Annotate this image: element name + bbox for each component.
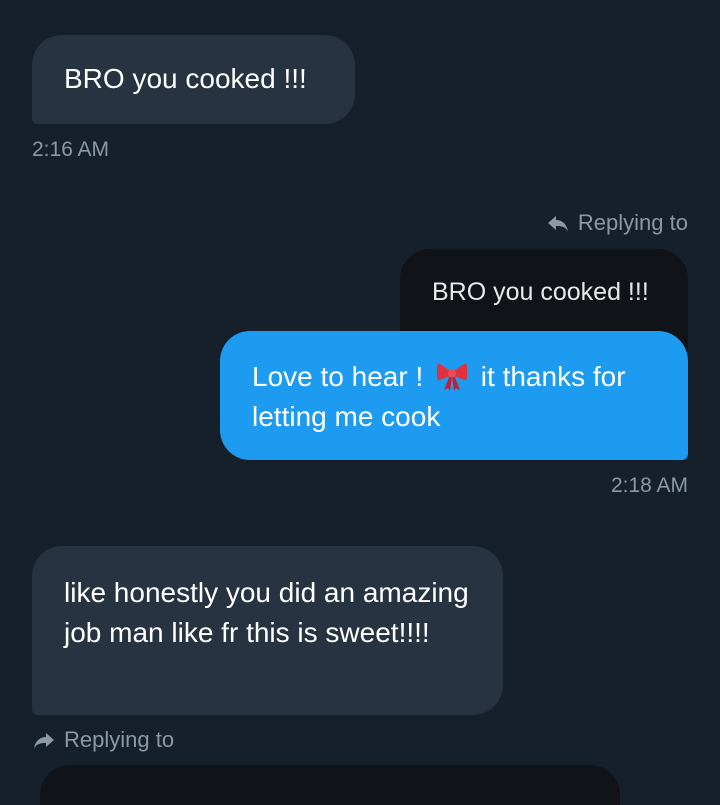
message-bubble-received[interactable]: BRO you cooked !!!	[32, 35, 355, 124]
reply-forward-arrow-icon	[34, 733, 54, 749]
reply-arrow-icon	[547, 216, 568, 232]
message-bubble-received[interactable]: like honestly you did an amazing job man…	[32, 546, 503, 715]
message-text: BRO you cooked !!!	[64, 63, 307, 94]
quoted-message[interactable]	[40, 765, 620, 805]
ribbon-icon	[437, 363, 468, 391]
message-timestamp: 2:18 AM	[610, 474, 688, 497]
replying-to-label: Replying to	[32, 727, 174, 753]
replying-to-text: Replying to	[577, 210, 688, 235]
message-timestamp: 2:16 AM	[32, 138, 110, 161]
message-text: like honestly you did an amazing job man…	[64, 577, 469, 648]
replying-to-text: Replying to	[64, 727, 175, 752]
replying-to-label: Replying to	[546, 210, 688, 236]
quoted-message-text: BRO you cooked !!!	[432, 278, 649, 306]
message-text-part-1: Love to hear !	[252, 361, 432, 392]
message-bubble-sent[interactable]: Love to hear ! it thanks for letting me …	[220, 331, 688, 460]
